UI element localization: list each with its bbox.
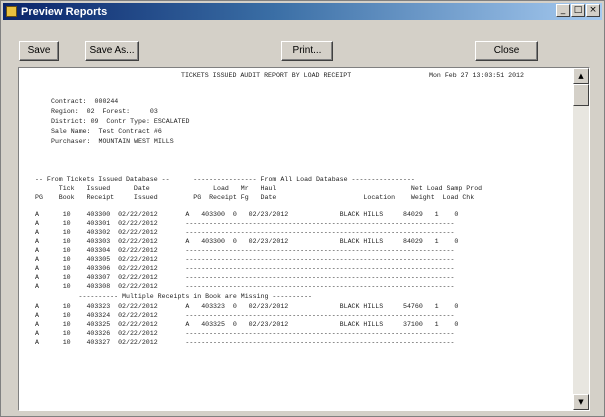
report-timestamp: Mon Feb 27 13:03:51 2012	[429, 72, 524, 79]
table-row: A 10 403300 02/22/2012 A 403300 0 02/23/…	[35, 211, 459, 218]
app-icon	[6, 6, 17, 17]
table-row: A 10 403305 02/22/2012 -----------------…	[35, 256, 455, 263]
missing-receipts-note: ---------- Multiple Receipts in Book are…	[35, 293, 312, 300]
table-row: A 10 403308 02/22/2012 -----------------…	[35, 283, 455, 290]
table-row: A 10 403325 02/22/2012 A 403325 0 02/23/…	[35, 321, 459, 328]
purchaser-line: Purchaser: MOUNTAIN WEST MILLS	[51, 138, 174, 145]
table-row: A 10 403307 02/22/2012 -----------------…	[35, 274, 455, 281]
scroll-up-arrow-icon[interactable]: ▲	[573, 68, 589, 84]
title-bar[interactable]: Preview Reports _ □ ×	[3, 3, 602, 20]
table-row: A 10 403326 02/22/2012 -----------------…	[35, 330, 455, 337]
table-row: A 10 403301 02/22/2012 -----------------…	[35, 220, 455, 227]
section-header: -- From Tickets Issued Database -- -----…	[35, 176, 415, 183]
minimize-button[interactable]: _	[556, 4, 570, 17]
scroll-down-arrow-icon[interactable]: ▼	[573, 394, 589, 410]
table-row: A 10 403324 02/22/2012 -----------------…	[35, 312, 455, 319]
table-row: A 10 403302 02/22/2012 -----------------…	[35, 229, 455, 236]
table-row: A 10 403303 02/22/2012 A 403300 0 02/23/…	[35, 238, 459, 245]
column-header-1: Tick Issued Date Load Mr Haul Net Load S…	[35, 185, 483, 192]
vertical-scrollbar[interactable]: ▲ ▼	[573, 68, 589, 410]
sale-name-line: Sale Name: Test Contract #6	[51, 128, 162, 135]
scroll-thumb[interactable]	[573, 84, 589, 106]
maximize-button[interactable]: □	[571, 4, 585, 17]
print-button[interactable]: Print...	[281, 41, 333, 61]
table-row: A 10 403304 02/22/2012 -----------------…	[35, 247, 455, 254]
contract-line: Contract: 000244	[51, 98, 119, 105]
report-document: TICKETS ISSUED AUDIT REPORT BY LOAD RECE…	[19, 68, 574, 410]
toolbar: Save Save As... Print... Close	[19, 41, 549, 63]
window-title: Preview Reports	[21, 5, 108, 18]
table-row: A 10 403323 02/22/2012 A 403323 0 02/23/…	[35, 303, 459, 310]
column-header-2: PG Book Receipt Issued PG Receipt Fg Dat…	[35, 194, 475, 201]
close-button[interactable]: Close	[475, 41, 538, 61]
window-controls: _ □ ×	[556, 4, 600, 17]
close-window-button[interactable]: ×	[586, 4, 600, 17]
save-button[interactable]: Save	[19, 41, 59, 61]
region-line: Region: 02 Forest: 03	[51, 108, 158, 115]
report-viewer[interactable]: TICKETS ISSUED AUDIT REPORT BY LOAD RECE…	[18, 67, 590, 411]
report-title: TICKETS ISSUED AUDIT REPORT BY LOAD RECE…	[181, 72, 352, 79]
preview-reports-window: Preview Reports _ □ × Save Save As... Pr…	[0, 0, 605, 417]
table-row: A 10 403306 02/22/2012 -----------------…	[35, 265, 455, 272]
save-as-button[interactable]: Save As...	[85, 41, 139, 61]
district-line: District: 09 Contr Type: ESCALATED	[51, 118, 190, 125]
table-row: A 10 403327 02/22/2012 -----------------…	[35, 339, 455, 346]
